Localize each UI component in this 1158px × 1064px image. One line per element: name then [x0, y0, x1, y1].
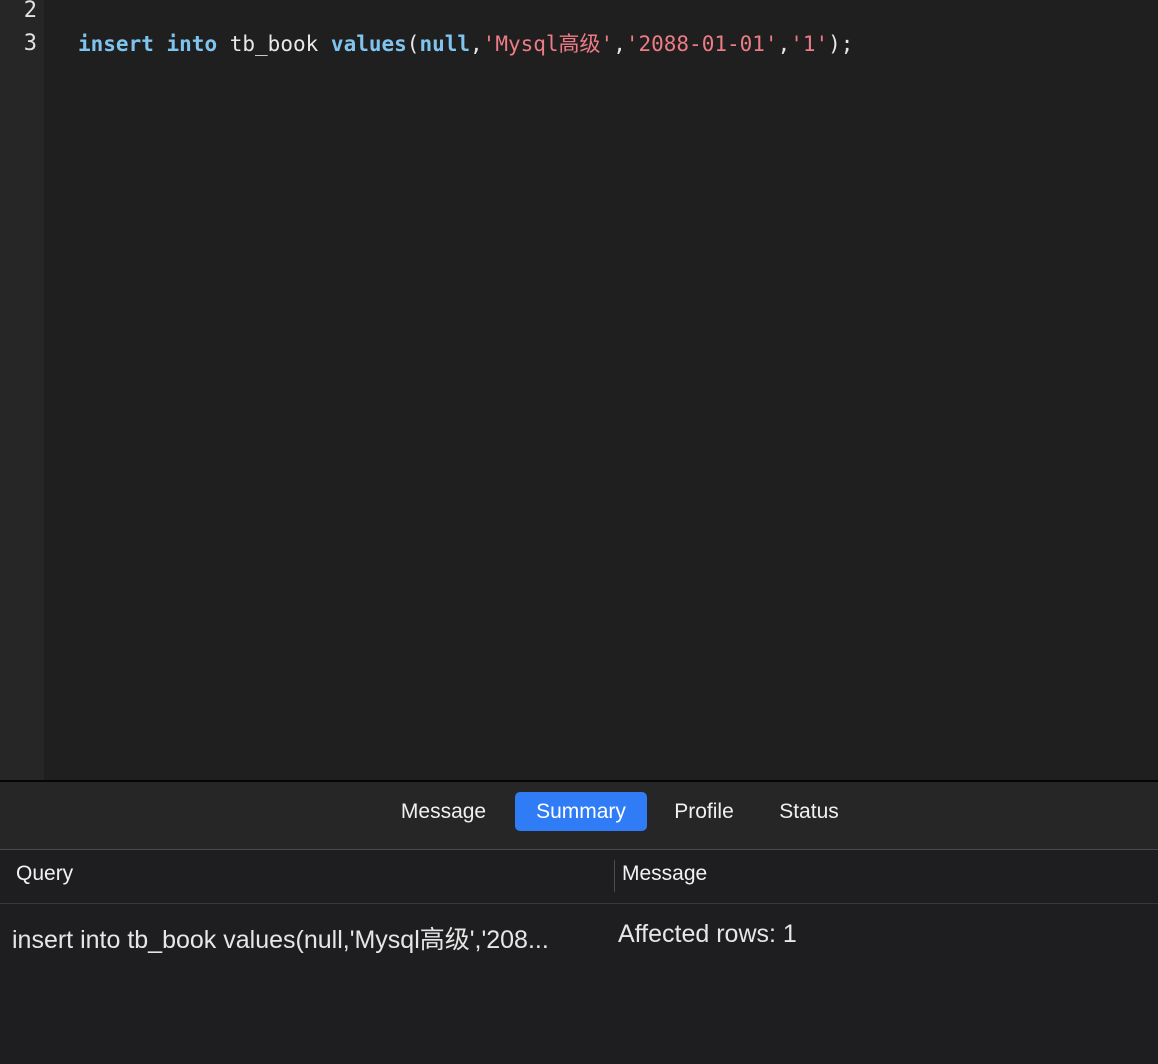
column-header-query[interactable]: Query — [16, 862, 73, 886]
tab-message[interactable]: Message — [386, 792, 501, 831]
column-header-message[interactable]: Message — [622, 862, 707, 886]
line-number: 2 — [23, 0, 37, 23]
open-paren: ( — [406, 32, 420, 56]
keyword-null: null — [419, 32, 471, 56]
string-literal: '1' — [790, 32, 829, 56]
query-cell[interactable]: insert into tb_book values(null,'Mysql高级… — [12, 920, 549, 956]
message-cell[interactable]: Affected rows: 1 — [618, 920, 797, 949]
code-line[interactable]: insert into tb_book values(null,'Mysql高级… — [78, 30, 853, 58]
string-literal: 'Mysql高级' — [482, 32, 614, 56]
header-divider — [0, 903, 1158, 904]
summary-table: Query Message insert into tb_book values… — [0, 850, 1158, 1064]
tab-status[interactable]: Status — [764, 792, 854, 831]
line-number: 3 — [23, 31, 37, 56]
keyword-values: values — [330, 32, 407, 56]
keyword-insert: insert — [78, 32, 154, 56]
comma: , — [470, 32, 483, 56]
statement-end: ); — [828, 32, 854, 56]
comma: , — [613, 32, 626, 56]
table-name: tb_book — [229, 32, 319, 56]
line-number-gutter: 2 3 — [0, 0, 44, 780]
string-literal: '2088-01-01' — [625, 32, 778, 56]
comma: , — [777, 32, 791, 56]
keyword-into: into — [166, 32, 218, 56]
column-resize-handle[interactable] — [614, 860, 615, 892]
tab-summary[interactable]: Summary — [515, 792, 647, 831]
result-tab-bar: Message Summary Profile Status — [0, 782, 1158, 849]
tab-profile[interactable]: Profile — [660, 792, 748, 831]
sql-editor[interactable]: 2 3 insert into tb_book values(null,'Mys… — [0, 0, 1158, 780]
